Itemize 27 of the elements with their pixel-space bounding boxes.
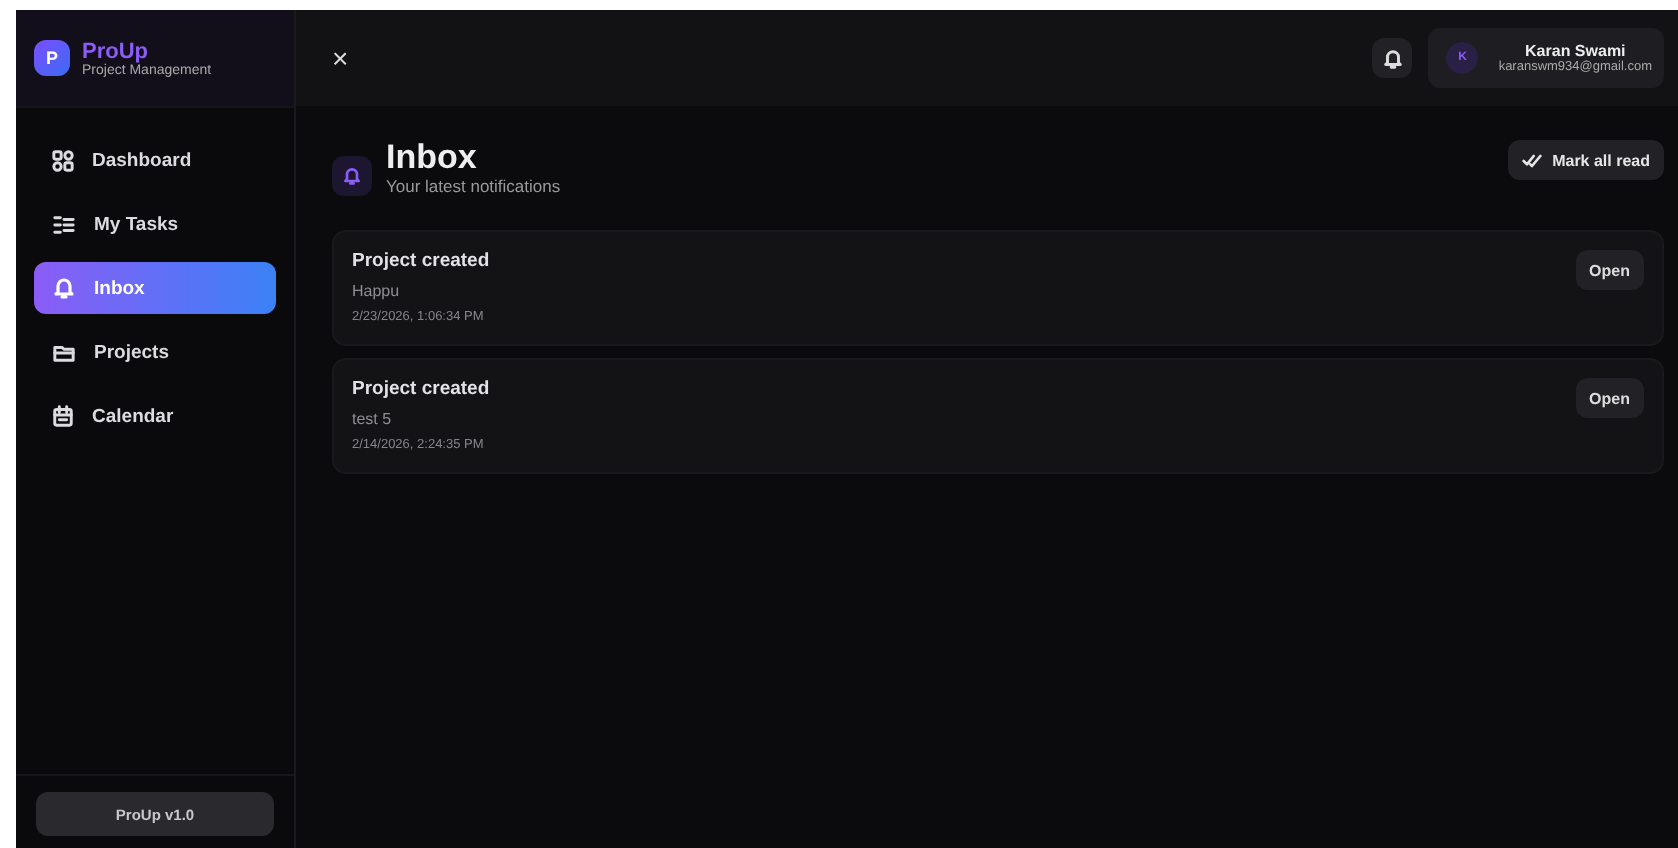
page-title: Inbox bbox=[386, 140, 479, 176]
folder-icon bbox=[52, 341, 76, 363]
notification-body: Happu bbox=[352, 282, 402, 300]
open-button[interactable]: Open bbox=[1575, 250, 1644, 290]
nav-item[interactable]: Dashboard bbox=[34, 134, 276, 186]
brand-name: ProUp bbox=[82, 39, 150, 63]
page-subtitle: Your latest notifications bbox=[386, 176, 561, 196]
double-check-icon bbox=[1522, 153, 1543, 167]
bell-icon bbox=[342, 166, 362, 186]
nav-item[interactable]: My Tasks bbox=[34, 198, 276, 250]
mark-all-read-button[interactable]: Mark all read bbox=[1508, 140, 1664, 180]
bell-icon bbox=[52, 276, 76, 300]
notification-title: Project created bbox=[352, 250, 490, 272]
notifications-button[interactable] bbox=[1372, 38, 1413, 78]
open-button[interactable]: Open bbox=[1575, 378, 1644, 418]
logo-icon: P bbox=[34, 40, 70, 76]
notification-body: test 5 bbox=[352, 410, 394, 428]
grid-icon bbox=[52, 149, 74, 171]
user-name: Karan Swami bbox=[1523, 42, 1628, 60]
calendar-icon bbox=[52, 404, 74, 428]
list-icon bbox=[52, 213, 76, 235]
bell-icon bbox=[1381, 47, 1404, 69]
nav-item[interactable]: Projects bbox=[34, 326, 276, 378]
nav-item[interactable]: Calendar bbox=[34, 390, 276, 442]
notification-title: Project created bbox=[352, 378, 490, 400]
close-icon[interactable]: × bbox=[332, 42, 349, 74]
nav-item[interactable]: Inbox bbox=[34, 262, 276, 314]
